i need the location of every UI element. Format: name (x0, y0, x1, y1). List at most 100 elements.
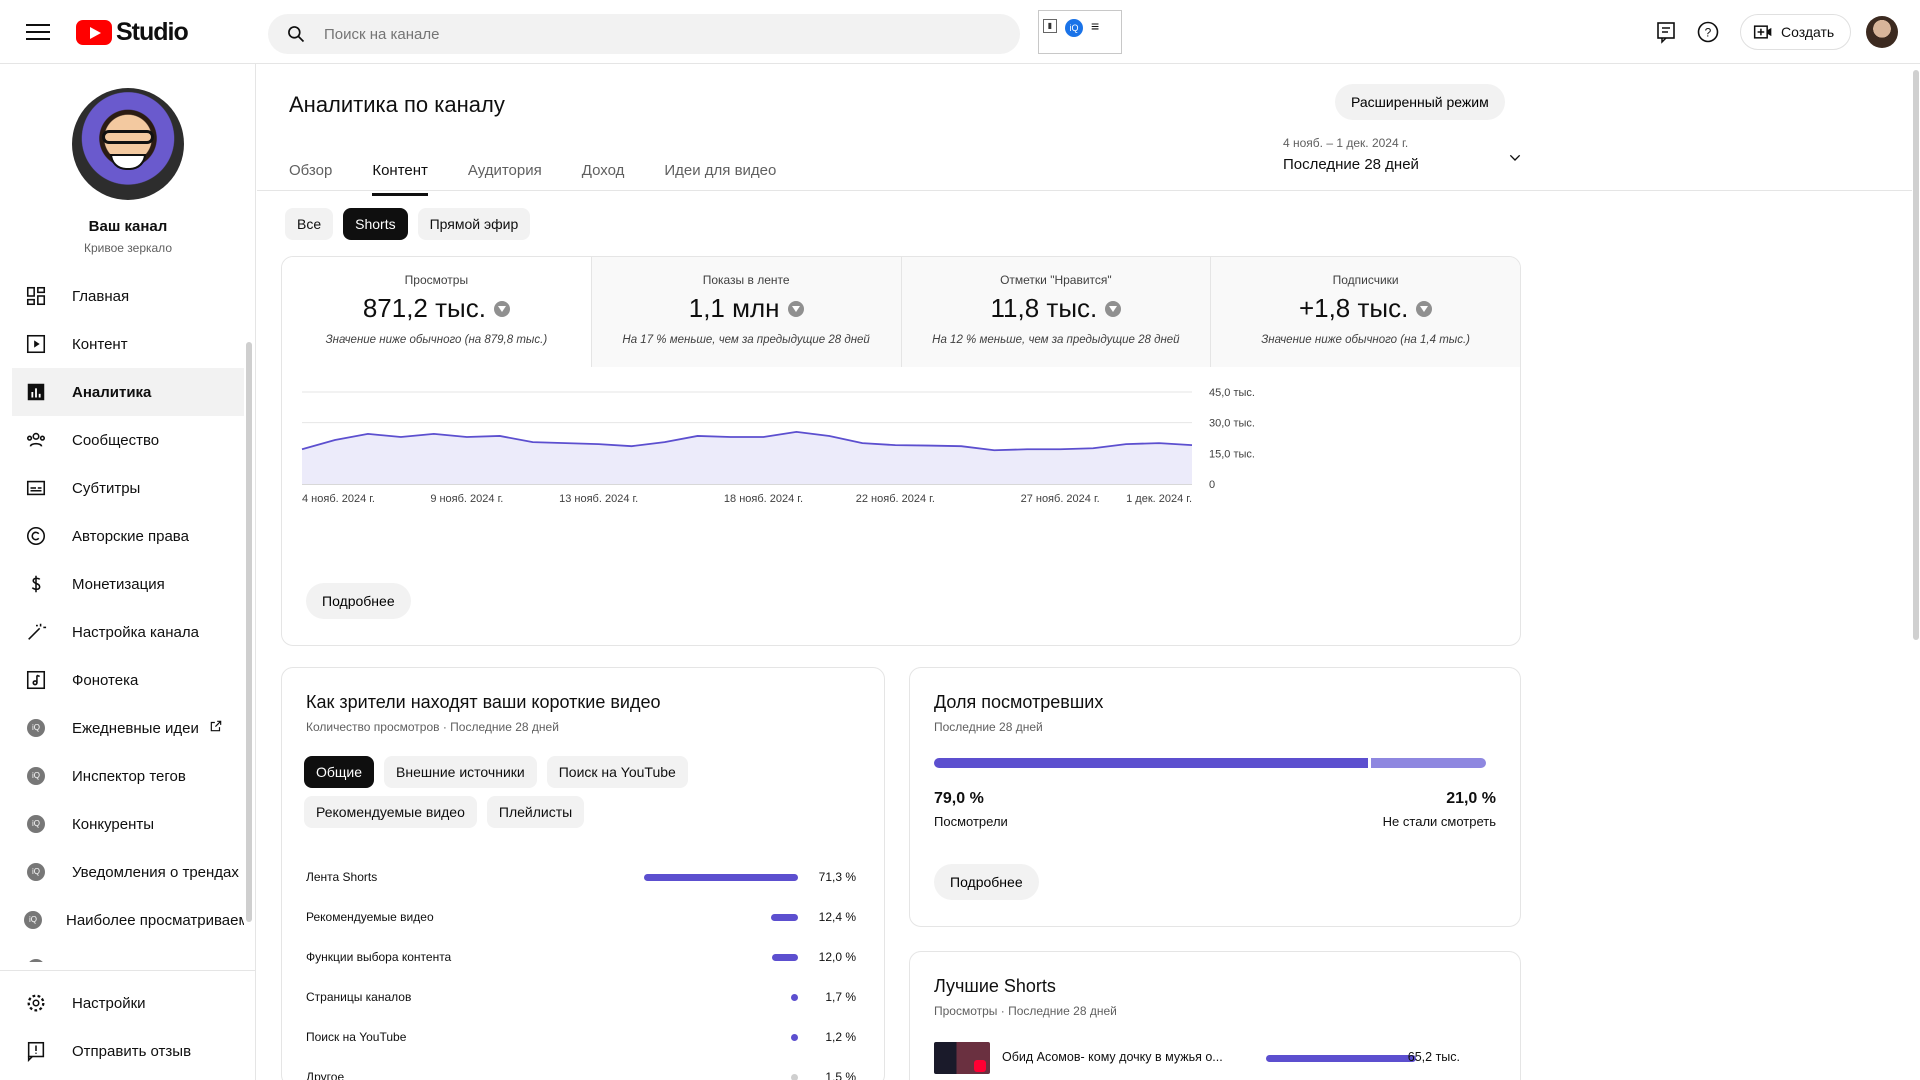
chart-point (696, 434, 700, 438)
sources-title: Как зрители находят ваши короткие видео (306, 692, 661, 712)
create-button[interactable]: Создать (1740, 14, 1852, 50)
source-row[interactable]: Функции выбора контента 12,0 % (306, 948, 856, 968)
chevron-down-icon (1509, 154, 1521, 161)
top-shorts-subtitle: Просмотры · Последние 28 дней (934, 1004, 1117, 1018)
source-chip-1[interactable]: Общие (304, 756, 375, 788)
sidebar-item-5[interactable]: Субтитры (12, 464, 244, 512)
source-row[interactable]: Поиск на YouTube 1,2 % (306, 1028, 856, 1048)
metric-label: Просмотры (404, 273, 469, 287)
source-row[interactable]: Страницы каналов 1,7 % (306, 988, 856, 1008)
messages-icon[interactable] (1654, 20, 1678, 44)
date-range-picker[interactable]: 4 нояб. – 1 дек. 2024 г. Последние 28 дн… (1283, 136, 1523, 173)
search-input[interactable] (324, 25, 924, 43)
advanced-mode-button[interactable]: Расширенный режим (1335, 84, 1505, 120)
chart-point (1124, 442, 1128, 446)
sidebar-item-1[interactable]: Главная (12, 272, 244, 320)
open-in-new-icon (209, 719, 223, 738)
sidebar-item-12[interactable]: iQ Конкуренты (12, 800, 244, 848)
source-chip-3[interactable]: Поиск на YouTube (546, 756, 688, 788)
vidiq-extension-icon[interactable]: iQ (1065, 19, 1083, 37)
chart-point (366, 432, 370, 436)
menu-icon[interactable] (26, 21, 50, 43)
sidebar-item-4[interactable]: Сообщество (12, 416, 244, 464)
sidebar-item-8[interactable]: Настройка канала (12, 608, 244, 656)
dashboard-icon (24, 284, 48, 308)
top-shorts-card: Лучшие Shorts Просмотры · Последние 28 д… (909, 951, 1521, 1080)
views-chart[interactable]: 0 15,0 тыс. 30,0 тыс. 45,0 тыс. 4 нояб. 2024… (282, 367, 1521, 587)
short-thumbnail[interactable] (934, 1042, 990, 1074)
x-tick-label: 13 нояб. 2024 г. (559, 493, 638, 505)
sidebar-item-3[interactable]: Аналитика (12, 368, 244, 416)
metric-3[interactable]: Отметки "Нравится" 11,8 тыс. На 12 % мен… (901, 257, 1212, 367)
skipped-label: Не стали смотреть (1382, 814, 1496, 829)
studio-logo[interactable]: Studio (76, 18, 189, 46)
sidebar-item-6[interactable]: Авторские права (12, 512, 244, 560)
metric-2[interactable]: Показы в ленте 1,1 млн На 17 % меньше, ч… (591, 257, 902, 367)
source-chip-2[interactable]: Внешние источники (384, 756, 537, 788)
chart-point (399, 435, 403, 439)
sidebar-item-13[interactable]: iQ Уведомления о трендах (12, 848, 244, 896)
sidebar-item-14[interactable]: iQ Наиболее просматриваемые (12, 896, 244, 944)
search-bar[interactable] (268, 14, 1020, 54)
source-chip-4[interactable]: Рекомендуемые видео (304, 796, 477, 828)
sidebar-item-1[interactable]: Настройки (12, 979, 244, 1027)
top-short-item[interactable]: Обид Асомов- кому дочку в мужья о... 65,… (934, 1042, 1490, 1076)
source-label: Другое (306, 1070, 345, 1080)
traffic-sources-card: Как зрители находят ваши короткие видео … (281, 667, 885, 1080)
source-row[interactable]: Другое 1,5 % (306, 1068, 856, 1080)
svg-text:?: ? (1705, 26, 1712, 40)
create-video-icon (1753, 25, 1772, 39)
sidebar-item-9[interactable]: Фонотека (12, 656, 244, 704)
metric-value-row: 871,2 тыс. (282, 293, 591, 324)
retention-skipped-bar (1370, 758, 1486, 768)
search-icon (288, 26, 305, 43)
source-value: 1,7 % (825, 990, 856, 1004)
sidebar-item-7[interactable]: Монетизация (12, 560, 244, 608)
source-row[interactable]: Рекомендуемые видео 12,4 % (306, 908, 856, 928)
chip-2[interactable]: Shorts (343, 208, 408, 240)
sidebar-nav: Главная Контент Аналитика Сообщество Субтитр… (12, 272, 244, 962)
watched-label: Посмотрели (934, 814, 1008, 829)
main-content: Аналитика по каналу Расширенный режим Об… (257, 64, 1920, 1080)
list-extension-icon[interactable]: ≡ (1091, 19, 1099, 33)
metric-value-row: +1,8 тыс. (1211, 293, 1520, 324)
metric-note: Значение ниже обычного (на 879,8 тыс.) (325, 334, 548, 346)
sidebar-scrollbar[interactable] (246, 342, 252, 922)
channel-subtitle: Кривое зеркало (83, 241, 172, 255)
chart-point (959, 444, 963, 448)
chip-1[interactable]: Все (285, 208, 334, 240)
retention-more-button[interactable]: Подробнее (934, 864, 1039, 900)
short-title[interactable]: Обид Асомов- кому дочку в мужья о... (1002, 1050, 1242, 1064)
chart-point (729, 435, 733, 439)
metric-4[interactable]: Подписчики +1,8 тыс. Значение ниже обычн… (1211, 257, 1520, 367)
main-scrollbar[interactable] (1913, 70, 1919, 640)
sidebar-item-label: Главная (72, 287, 130, 305)
top-bar: Studio ▮ iQ ≡ ? Создать (0, 0, 1920, 64)
channel-avatar[interactable] (72, 88, 184, 200)
source-chip-5[interactable]: Плейлисты (486, 796, 585, 828)
sidebar-item-2[interactable]: Отправить отзыв (12, 1027, 244, 1075)
chart-point (300, 447, 304, 451)
chart-point (465, 435, 469, 439)
account-avatar[interactable] (1866, 16, 1898, 48)
source-row[interactable]: Лента Shorts 71,3 % (306, 868, 856, 888)
chart-extension-icon[interactable]: ▮ (1043, 19, 1057, 33)
metric-label: Показы в ленте (702, 273, 790, 287)
community-icon (24, 428, 48, 452)
sidebar-item-10[interactable]: iQ Ежедневные идеи (12, 704, 244, 752)
sidebar-item-2[interactable]: Контент (12, 320, 244, 368)
metric-label: Отметки "Нравится" (1000, 273, 1112, 287)
metric-1[interactable]: Просмотры 871,2 тыс. Значение ниже обычн… (282, 257, 592, 367)
metric-value: 1,1 млн (688, 293, 780, 323)
sidebar-item-15[interactable]: iQ Аудит канала (12, 944, 244, 962)
sidebar-item-11[interactable]: iQ Инспектор тегов (12, 752, 244, 800)
subtitles-icon (24, 476, 48, 500)
help-icon[interactable]: ? (1696, 20, 1720, 44)
chart-more-button[interactable]: Подробнее (306, 583, 411, 619)
y-tick-label: 45,0 тыс. (1209, 387, 1255, 399)
source-bar (791, 1034, 798, 1041)
source-label: Поиск на YouTube (306, 1030, 407, 1044)
chart-point (1025, 447, 1029, 451)
sidebar-bottom: Настройки Отправить отзыв (0, 970, 256, 1075)
chip-3[interactable]: Прямой эфир (417, 208, 531, 240)
